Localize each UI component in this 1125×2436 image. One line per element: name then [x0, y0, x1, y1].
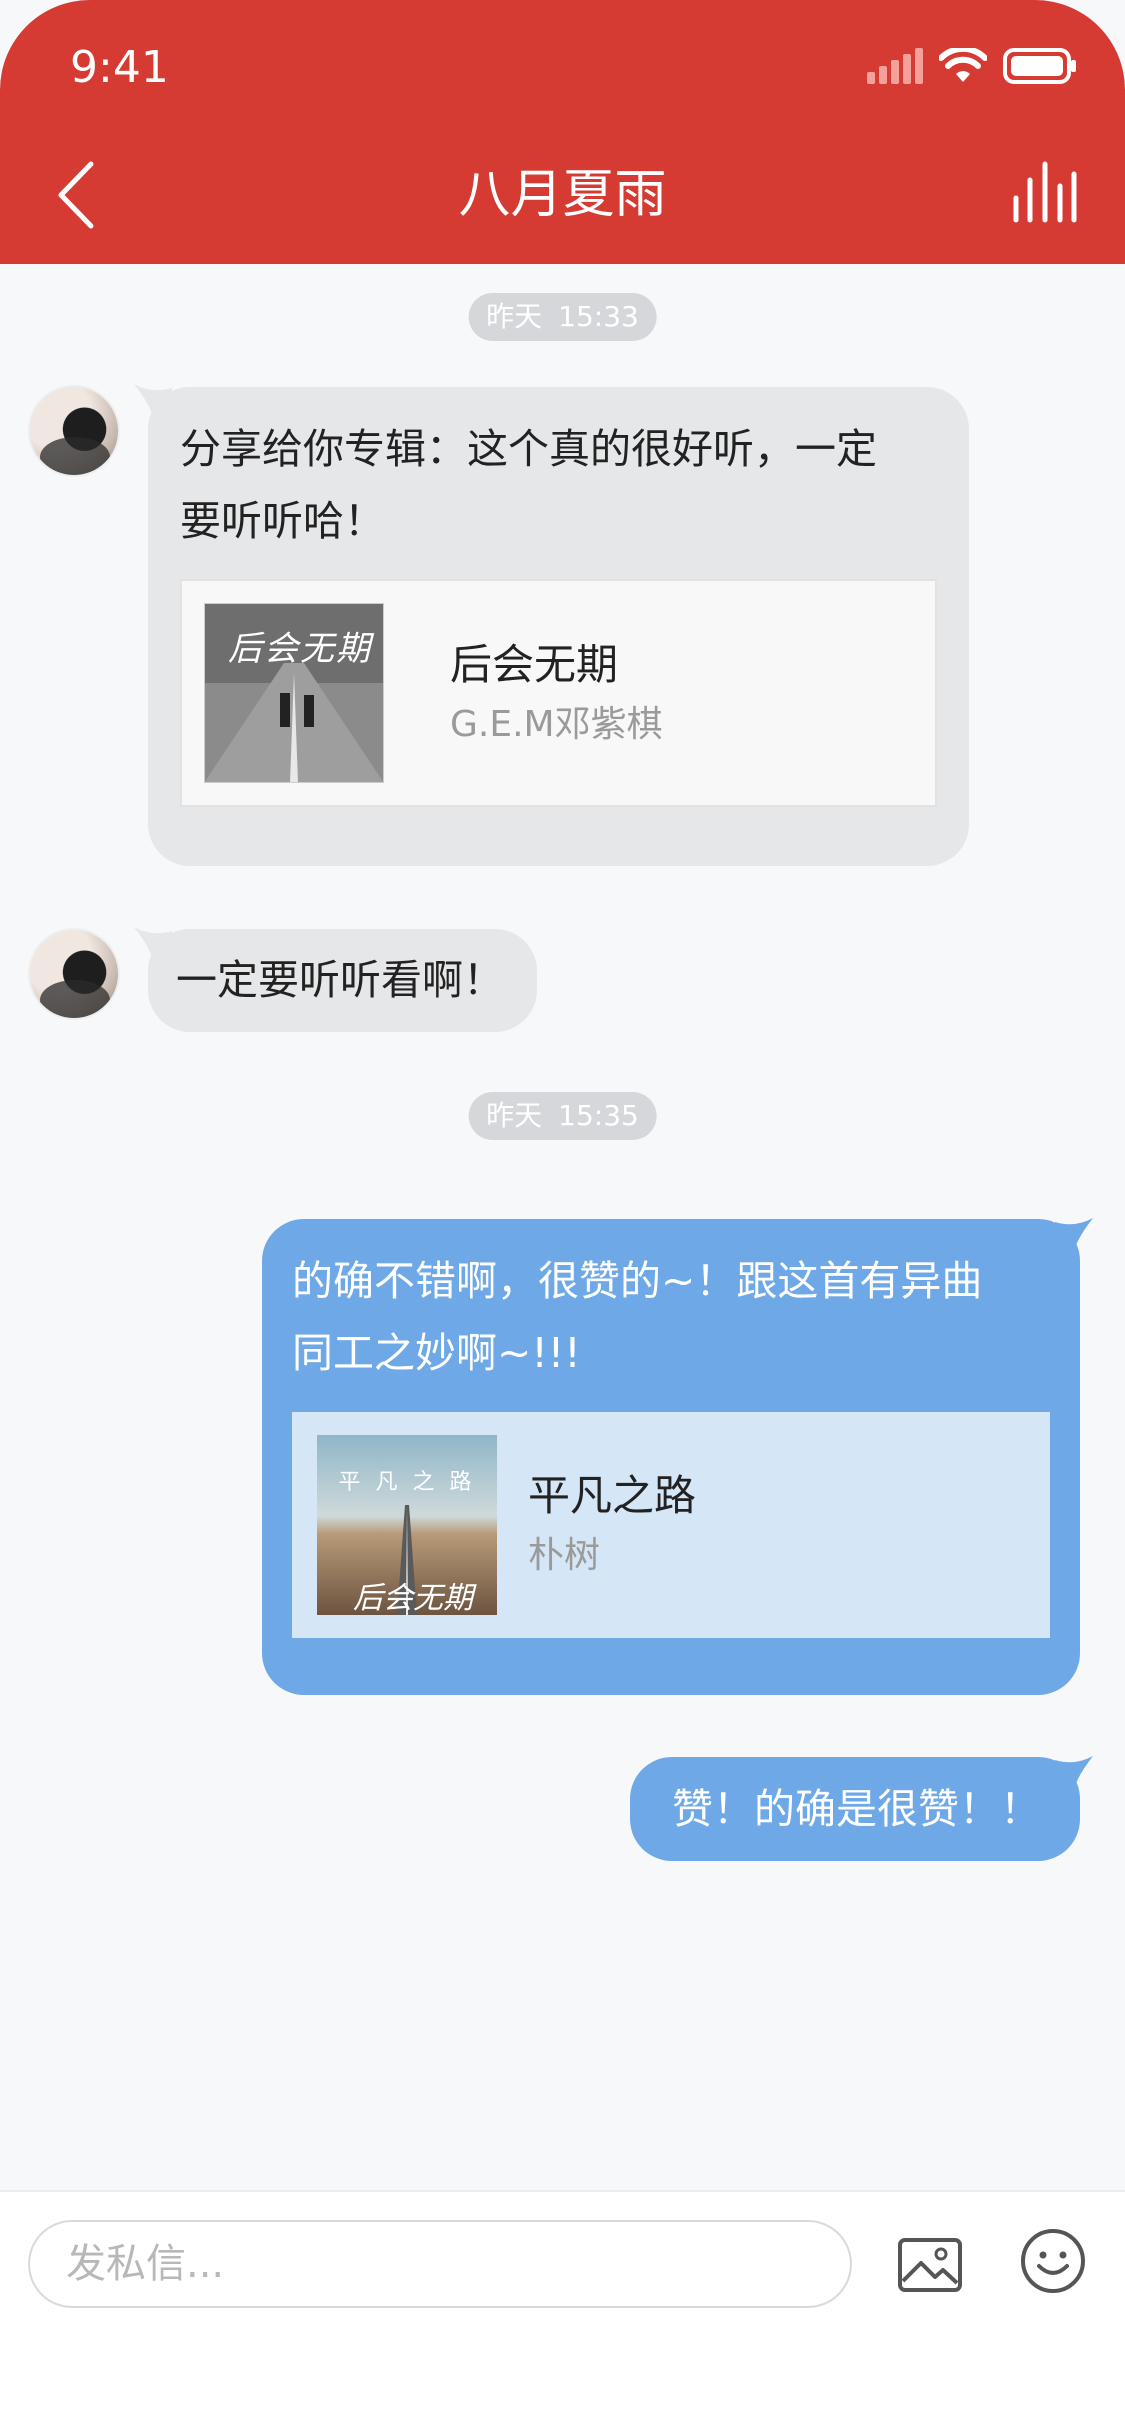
header: 9:41 八月夏雨	[0, 0, 1125, 264]
album-card[interactable]: 后会无期 后会无期 G.E.M邓紫棋	[180, 579, 937, 807]
message-bubble[interactable]: 一定要听听看啊！	[148, 929, 537, 1032]
timestamp-day: 昨天	[486, 300, 543, 333]
conversation-title: 八月夏雨	[458, 165, 667, 225]
message-text: 赞！的确是很赞！！	[672, 1785, 1041, 1833]
message-bubble[interactable]: 的确不错啊，很赞的~！跟这首有异曲 同工之妙啊~!!! 平 凡 之 路 后会无期…	[262, 1219, 1080, 1695]
now-playing-button[interactable]	[1005, 155, 1085, 235]
cellular-signal-icon	[867, 48, 923, 88]
equalizer-icon	[1013, 161, 1077, 223]
avatar[interactable]	[28, 385, 120, 477]
timestamp: 昨天 15:33	[468, 293, 657, 341]
timestamp: 昨天 15:35	[468, 1092, 657, 1140]
cover-subtitle: 后会无期	[353, 1581, 473, 1615]
wifi-icon	[938, 45, 988, 88]
album-cover: 后会无期	[204, 603, 384, 783]
smiley-icon	[1021, 2229, 1085, 2293]
album-artist: G.E.M邓紫棋	[450, 704, 663, 745]
message-bubble[interactable]: 分享给你专辑：这个真的很好听，一定 要听听哈！ 后会无期 后会无期 G.E.M邓…	[148, 387, 969, 866]
timestamp-time: 15:33	[558, 300, 639, 333]
cover-title: 后会无期	[228, 629, 372, 669]
message-bubble[interactable]: 赞！的确是很赞！！	[630, 1757, 1080, 1861]
cover-title: 平 凡 之 路	[338, 1470, 476, 1495]
album-artist: 朴树	[528, 1535, 601, 1576]
message-input[interactable]	[28, 2220, 852, 2308]
album-card[interactable]: 平 凡 之 路 后会无期 平凡之路 朴树	[292, 1412, 1050, 1638]
timestamp-time: 15:35	[558, 1099, 639, 1132]
album-title: 平凡之路	[528, 1471, 697, 1520]
message-text: 的确不错啊，很赞的~！跟这首有异曲 同工之妙啊~!!!	[292, 1257, 983, 1377]
status-icons	[867, 45, 1077, 88]
album-cover: 平 凡 之 路 后会无期	[317, 1435, 497, 1615]
timestamp-day: 昨天	[486, 1099, 543, 1132]
message-text: 分享给你专辑：这个真的很好听，一定 要听听哈！	[180, 425, 877, 545]
avatar[interactable]	[28, 928, 120, 1020]
battery-icon	[1003, 48, 1077, 88]
image-icon	[898, 2238, 962, 2292]
send-image-button[interactable]	[895, 2230, 965, 2300]
status-time: 9:41	[70, 42, 169, 93]
chat-screen: 9:41 八月夏雨 昨天 15:33 分享给你专辑：这个真的很好听，一定 要听听…	[0, 0, 1125, 2436]
message-text: 一定要听听看啊！	[176, 956, 504, 1004]
emoji-button[interactable]	[1018, 2226, 1088, 2296]
album-title: 后会无期	[450, 640, 619, 689]
composer-bar	[0, 2190, 1125, 2436]
